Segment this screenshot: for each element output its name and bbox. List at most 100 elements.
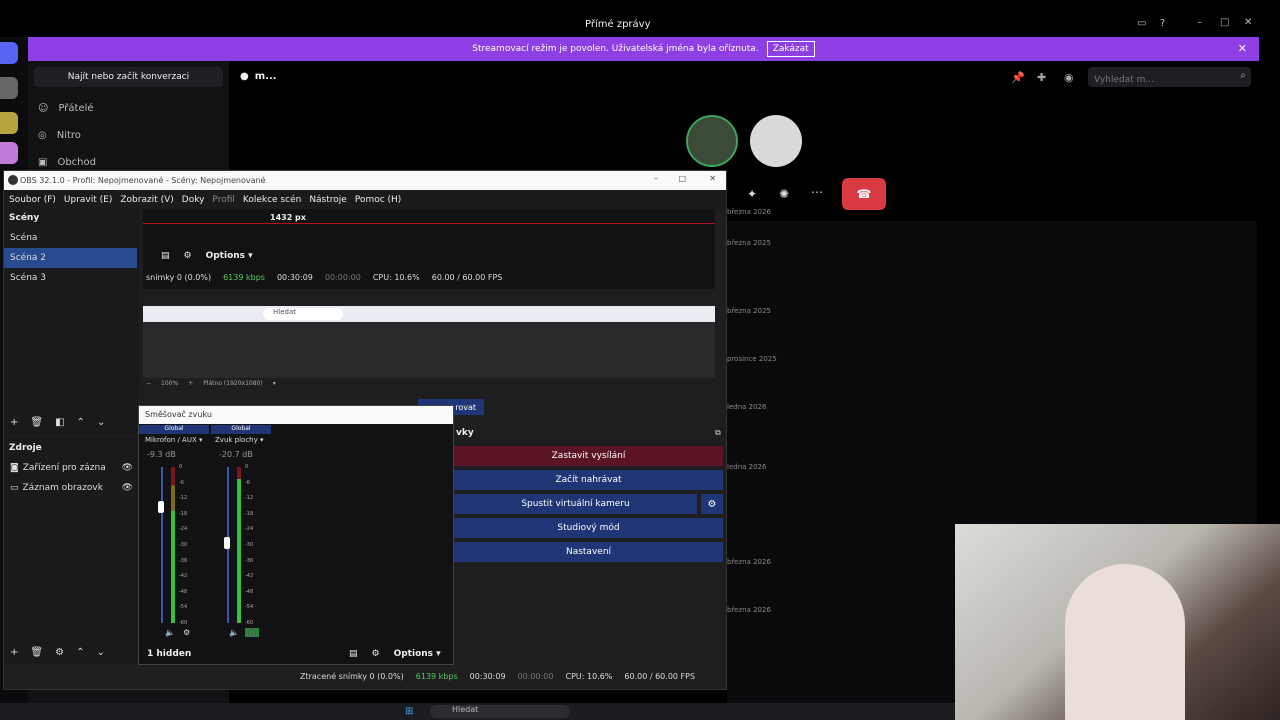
close-icon[interactable]: ✕ xyxy=(1244,17,1252,28)
preview-canvas[interactable]: Hledat xyxy=(143,306,715,378)
audio-settings-icon[interactable]: ⚙ xyxy=(184,251,192,261)
soundboard-icon[interactable]: ✺ xyxy=(779,187,789,201)
obs-title: OBS 32.1.0 - Profil: Nepojmenované - Scé… xyxy=(20,176,266,185)
server-icon[interactable] xyxy=(0,142,18,164)
move-up-icon[interactable]: ⌃ xyxy=(77,417,85,428)
nav-friends[interactable]: ☺ Přátelé xyxy=(38,103,94,114)
monitor-headphones-icon[interactable]: 🎧 xyxy=(244,628,259,637)
meter-tick-label: -30 xyxy=(179,542,188,548)
source-item[interactable]: ▭ Záznam obrazovk 👁 xyxy=(4,478,137,498)
channel-name[interactable]: Mikrofon / AUX ▾ xyxy=(145,436,203,444)
search-input[interactable] xyxy=(1088,70,1228,90)
channel-name[interactable]: Zvuk plochy ▾ xyxy=(215,436,264,444)
dm-header: ● m... xyxy=(240,71,277,82)
options-button[interactable]: Options ▾ xyxy=(206,251,253,261)
settings-button[interactable]: Nastavení xyxy=(454,542,723,562)
dm-name: m... xyxy=(254,71,277,82)
add-source-icon[interactable]: + xyxy=(10,647,18,658)
discord-home-icon[interactable] xyxy=(0,42,18,64)
undock-icon[interactable]: ⧉ xyxy=(715,428,721,438)
add-friend-icon[interactable]: ✚ xyxy=(1037,71,1046,84)
scene-item[interactable]: Scéna 2 xyxy=(4,248,137,268)
volume-slider[interactable] xyxy=(161,467,163,623)
menu-docks[interactable]: Doky xyxy=(182,195,205,205)
find-conversation-button[interactable]: Najít nebo začít konverzaci xyxy=(34,67,223,87)
record-time: 00:00:00 xyxy=(324,273,361,282)
disable-button[interactable]: Zakázat xyxy=(766,41,815,57)
obs-titlebar: OBS 32.1.0 - Profil: Nepojmenované - Scé… xyxy=(4,171,726,190)
inbox-icon[interactable]: ▭ xyxy=(1137,18,1146,29)
close-icon[interactable]: ✕ xyxy=(709,174,716,183)
visibility-icon[interactable]: 👁 xyxy=(122,463,133,473)
advanced-audio-icon[interactable]: ⚙ xyxy=(372,649,380,659)
minimize-icon[interactable]: – xyxy=(1197,17,1202,28)
status-bar-inner: snímky 0 (0.0%) 6139 kbps 00:30:09 00:00… xyxy=(146,273,502,282)
virtual-camera-settings-icon[interactable]: ⚙ xyxy=(701,494,723,514)
volume-icon[interactable]: 🔈 xyxy=(229,628,239,637)
mixer-options-button[interactable]: Options ▾ xyxy=(394,649,441,659)
banner-close-icon[interactable]: ✕ xyxy=(1238,42,1247,55)
layout-icon[interactable]: ▤ xyxy=(349,649,358,659)
remove-scene-icon[interactable]: 🗑 xyxy=(30,417,43,428)
search-box[interactable]: ⌕ xyxy=(1088,67,1251,90)
server-icon[interactable] xyxy=(0,112,18,134)
zoom-in-icon[interactable]: + xyxy=(188,380,193,387)
meter-tick-label: 0 xyxy=(179,464,183,470)
meter-tick-label: -54 xyxy=(179,604,188,611)
start-virtual-camera-button[interactable]: Spustit virtuální kameru xyxy=(454,494,697,514)
maximize-icon[interactable]: □ xyxy=(678,174,686,183)
streamer-mode-banner: Streamovací režim je povolen. Uživatelsk… xyxy=(28,37,1259,61)
more-icon[interactable]: ⋯ xyxy=(811,185,823,199)
visibility-icon[interactable]: 👁 xyxy=(122,483,133,493)
zoom-out-icon[interactable]: − xyxy=(146,380,151,387)
move-up-icon[interactable]: ⌃ xyxy=(76,647,84,658)
filter-icon[interactable]: ◧ xyxy=(55,417,64,428)
fps: 60.00 / 60.00 FPS xyxy=(431,273,503,282)
activity-icon[interactable]: ✦ xyxy=(747,187,757,201)
maximize-icon[interactable]: □ xyxy=(1220,17,1229,28)
source-item[interactable]: ◙ Zařízení pro zázna 👁 xyxy=(4,458,137,478)
channel-settings-icon[interactable]: ⚙ xyxy=(183,628,190,637)
nav-shop[interactable]: ▣ Obchod xyxy=(38,157,96,168)
add-scene-icon[interactable]: + xyxy=(10,417,18,428)
scene-item[interactable]: Scéna xyxy=(4,228,137,248)
remove-source-icon[interactable]: 🗑 xyxy=(30,647,43,658)
pin-icon[interactable]: 📌 xyxy=(1011,71,1025,84)
nav-nitro[interactable]: ◎ Nitro xyxy=(38,130,81,141)
date-separator: ledna 2026 xyxy=(727,403,767,411)
help-icon[interactable]: ? xyxy=(1160,18,1165,29)
layout-icon[interactable]: ▤ xyxy=(161,251,170,261)
menu-tools[interactable]: Nástroje xyxy=(309,195,347,205)
volume-fader-handle[interactable] xyxy=(224,537,230,550)
minimize-icon[interactable]: – xyxy=(654,174,658,183)
px-label: 1432 px xyxy=(270,213,306,222)
chevron-down-icon[interactable]: ▾ xyxy=(273,380,276,387)
menu-help[interactable]: Pomoc (H) xyxy=(355,195,402,205)
call-avatar[interactable] xyxy=(750,115,802,167)
hang-up-button[interactable]: ☎ xyxy=(842,178,886,210)
server-icon[interactable] xyxy=(0,77,18,99)
move-down-icon[interactable]: ⌄ xyxy=(97,417,105,428)
nitro-icon: ◎ xyxy=(38,130,47,141)
settings-icon[interactable]: ⚙ xyxy=(55,647,64,658)
menu-scene-collection[interactable]: Kolekce scén xyxy=(243,195,301,205)
menu-view[interactable]: Zobrazit (V) xyxy=(120,195,173,205)
friends-icon: ☺ xyxy=(38,103,49,114)
start-icon[interactable]: ⊞ xyxy=(405,706,413,717)
menu-profile[interactable]: Profil xyxy=(212,195,234,205)
scene-item[interactable]: Scéna 3 xyxy=(4,268,137,288)
call-avatar[interactable] xyxy=(686,115,738,167)
taskbar-search[interactable]: Hledat xyxy=(430,705,570,718)
menu-file[interactable]: Soubor (F) xyxy=(9,195,56,205)
volume-fader-handle[interactable] xyxy=(158,501,164,514)
move-down-icon[interactable]: ⌄ xyxy=(96,647,104,658)
start-recording-button[interactable]: Začít nahrávat xyxy=(454,470,723,490)
menu-edit[interactable]: Upravit (E) xyxy=(64,195,112,205)
profile-icon[interactable]: ◉ xyxy=(1064,71,1074,84)
volume-icon[interactable]: 🔈 xyxy=(165,628,175,637)
studio-mode-button[interactable]: Studiový mód xyxy=(454,518,723,538)
date-separator: března 2025 xyxy=(727,239,771,247)
stop-streaming-button[interactable]: Zastavit vysílání xyxy=(454,446,723,466)
hidden-count: 1 hidden xyxy=(147,649,192,659)
meter-tick-label: -42 xyxy=(179,573,188,580)
